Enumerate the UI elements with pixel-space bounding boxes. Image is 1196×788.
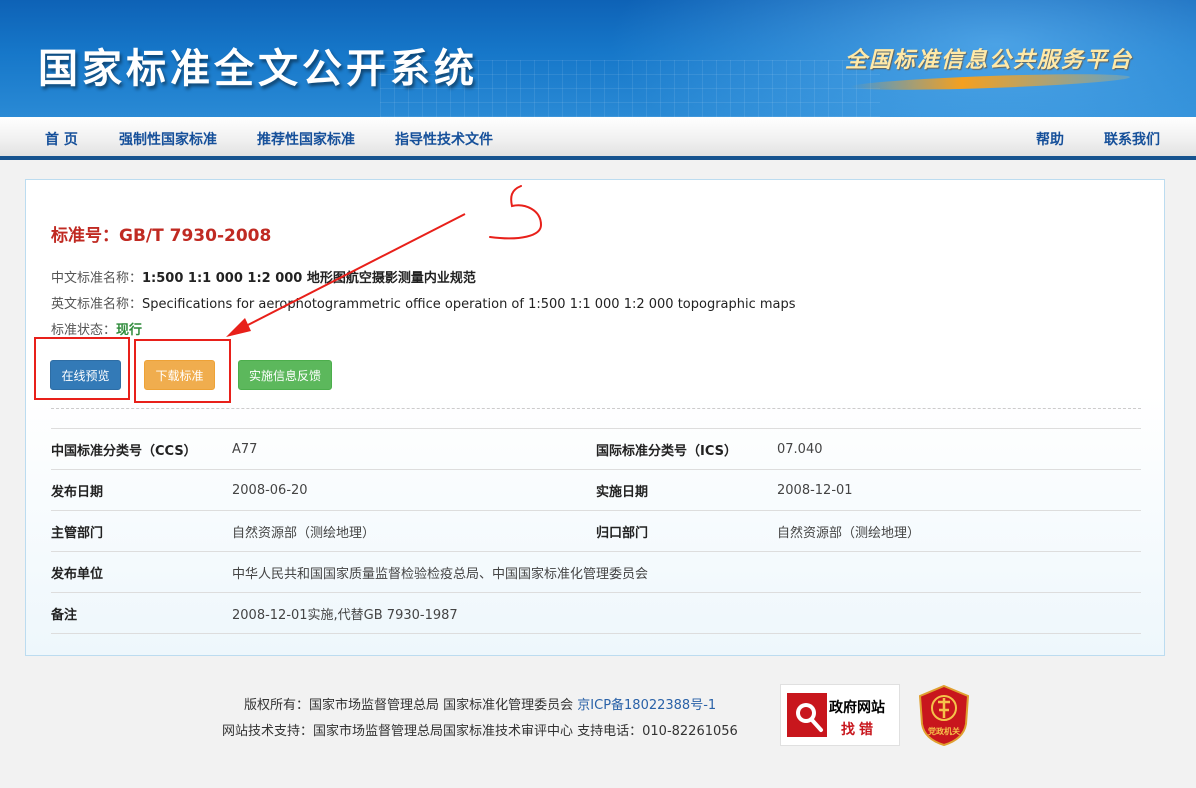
gov-website-error-badge[interactable]: 政府网站 找错 xyxy=(780,684,900,746)
footer-icp-link[interactable]: 京ICP备18022388号-1 xyxy=(577,698,716,713)
footer-copyright-line: 版权所有：国家市场监督管理总局 国家标准化管理委员会 京ICP备18022388… xyxy=(244,694,716,713)
magnifier-icon xyxy=(787,693,827,737)
annotation-overlay xyxy=(226,185,543,337)
footer-copyright: 版权所有：国家市场监督管理总局 国家标准化管理委员会 xyxy=(244,698,574,713)
party-government-badge[interactable]: 党政机关 xyxy=(918,684,970,746)
footer-support: 网站技术支持：国家市场监督管理总局国家标准技术审评中心 支持电话：010-822… xyxy=(222,724,738,739)
annotation-arrow-head xyxy=(226,318,251,337)
annotation-arrow-line xyxy=(239,213,466,330)
gov-badge-title: 政府网站 xyxy=(829,700,885,716)
gov-badge-sub: 找错 xyxy=(841,722,877,738)
party-badge-label: 党政机关 xyxy=(928,726,960,736)
annotation-handwritten-mark xyxy=(489,185,543,240)
